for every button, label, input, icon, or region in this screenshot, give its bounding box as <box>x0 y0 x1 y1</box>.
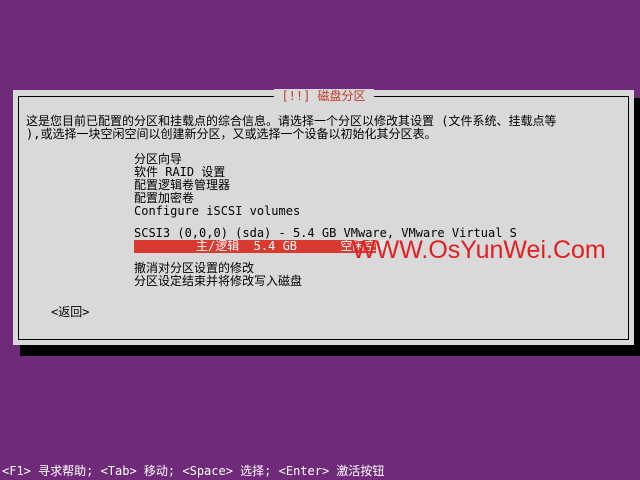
partition-dialog: [!!] 磁盘分区 这是您目前已配置的分区和挂载点的综合信息。请选择一个分区以修… <box>13 89 634 345</box>
free-space-partition-row[interactable]: 主/逻辑 5.4 GB 空闲空间 <box>134 240 388 253</box>
dialog-title: [!!] 磁盘分区 <box>273 89 374 103</box>
free-space-partition-label: 主/逻辑 5.4 GB 空闲空间 <box>196 239 389 253</box>
watermark-text: WWW.OsYunWei.Com <box>352 236 606 264</box>
back-button[interactable]: <返回> <box>51 306 89 319</box>
keyboard-help-statusbar: <F1> 寻求帮助; <Tab> 移动; <Space> 选择; <Enter>… <box>2 464 385 478</box>
partition-menu: 分区向导 软件 RAID 设置 配置逻辑卷管理器 配置加密卷 Configure… <box>134 153 517 288</box>
finish-partitioning-item[interactable]: 分区设定结束并将修改写入磁盘 <box>134 275 517 288</box>
description-line-1: 这是您目前已配置的分区和挂载点的综合信息。请选择一个分区以修改其设置 (文件系统… <box>26 114 557 128</box>
description-line-2: ),或选择一块空闲空间以创建新分区，又或选择一个设备以初始化其分区表。 <box>26 127 437 141</box>
menu-item-iscsi[interactable]: Configure iSCSI volumes <box>134 205 517 218</box>
dialog-description: 这是您目前已配置的分区和挂载点的综合信息。请选择一个分区以修改其设置 (文件系统… <box>26 115 616 141</box>
